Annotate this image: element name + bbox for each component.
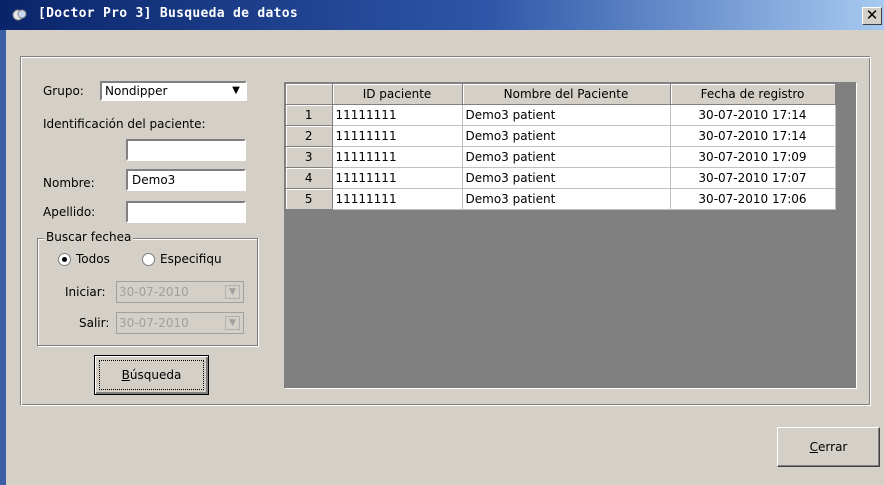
- cerrar-button[interactable]: Cerrar: [777, 427, 880, 467]
- radio-selected-dot: [62, 257, 67, 262]
- buscar-fecha-title: Buscar fechea: [44, 230, 134, 244]
- iniciar-date-picker[interactable]: 30-07-2010 ▼: [116, 281, 244, 303]
- header-id-paciente[interactable]: ID paciente: [332, 84, 463, 105]
- window-title: [Doctor Pro 3] Busqueda de datos: [38, 6, 299, 21]
- iniciar-date-value: 30-07-2010: [119, 285, 189, 299]
- close-icon: ✕: [865, 6, 879, 24]
- chevron-down-icon[interactable]: ▼: [225, 285, 240, 299]
- header-fecha[interactable]: Fecha de registro: [670, 84, 836, 105]
- results-table: ID paciente Nombre del Paciente Fecha de…: [286, 84, 836, 210]
- apellido-label: Apellido:: [43, 205, 96, 219]
- grupo-value: Nondipper: [105, 84, 168, 98]
- radio-todos-label[interactable]: Todos: [76, 252, 110, 266]
- radio-especifiqu[interactable]: [142, 253, 155, 266]
- radio-especifiqu-label[interactable]: Especifiqu: [160, 252, 222, 266]
- chevron-down-icon[interactable]: ▼: [225, 316, 240, 330]
- id-paciente-input[interactable]: [126, 139, 246, 161]
- nombre-input[interactable]: Demo3: [126, 169, 246, 191]
- radio-todos[interactable]: [58, 253, 71, 266]
- title-bar[interactable]: [Doctor Pro 3] Busqueda de datos ✕: [0, 0, 884, 30]
- salir-date-value: 30-07-2010: [119, 316, 189, 330]
- focus-rect: [99, 360, 204, 390]
- results-grid[interactable]: ID paciente Nombre del Paciente Fecha de…: [284, 82, 857, 389]
- id-label: Identificación del paciente:: [43, 117, 206, 131]
- salir-label: Salir:: [79, 316, 110, 330]
- header-nombre[interactable]: Nombre del Paciente: [462, 84, 671, 105]
- table-row[interactable]: 5 11111111 Demo3 patient 30-07-2010 17:0…: [286, 188, 836, 210]
- nombre-label: Nombre:: [43, 176, 95, 190]
- chevron-down-icon[interactable]: ▼: [229, 84, 243, 98]
- iniciar-label: Iniciar:: [65, 285, 106, 299]
- nombre-value: Demo3: [132, 173, 176, 187]
- grupo-select[interactable]: Nondipper ▼: [100, 81, 247, 101]
- busqueda-button[interactable]: Búsqueda: [94, 355, 209, 395]
- table-row[interactable]: 2 11111111 Demo3 patient 30-07-2010 17:1…: [286, 125, 836, 147]
- close-window-button[interactable]: ✕: [862, 7, 882, 25]
- apellido-input[interactable]: [126, 201, 246, 223]
- grupo-label: Grupo:: [43, 84, 84, 98]
- table-row[interactable]: 3 11111111 Demo3 patient 30-07-2010 17:0…: [286, 146, 836, 168]
- header-corner: [286, 84, 333, 105]
- doctor-pro-app-icon: [12, 9, 27, 21]
- salir-date-picker[interactable]: 30-07-2010 ▼: [116, 312, 244, 334]
- table-row[interactable]: 1 11111111 Demo3 patient 30-07-2010 17:1…: [286, 104, 836, 126]
- window-border: [0, 30, 6, 485]
- table-row[interactable]: 4 11111111 Demo3 patient 30-07-2010 17:0…: [286, 167, 836, 189]
